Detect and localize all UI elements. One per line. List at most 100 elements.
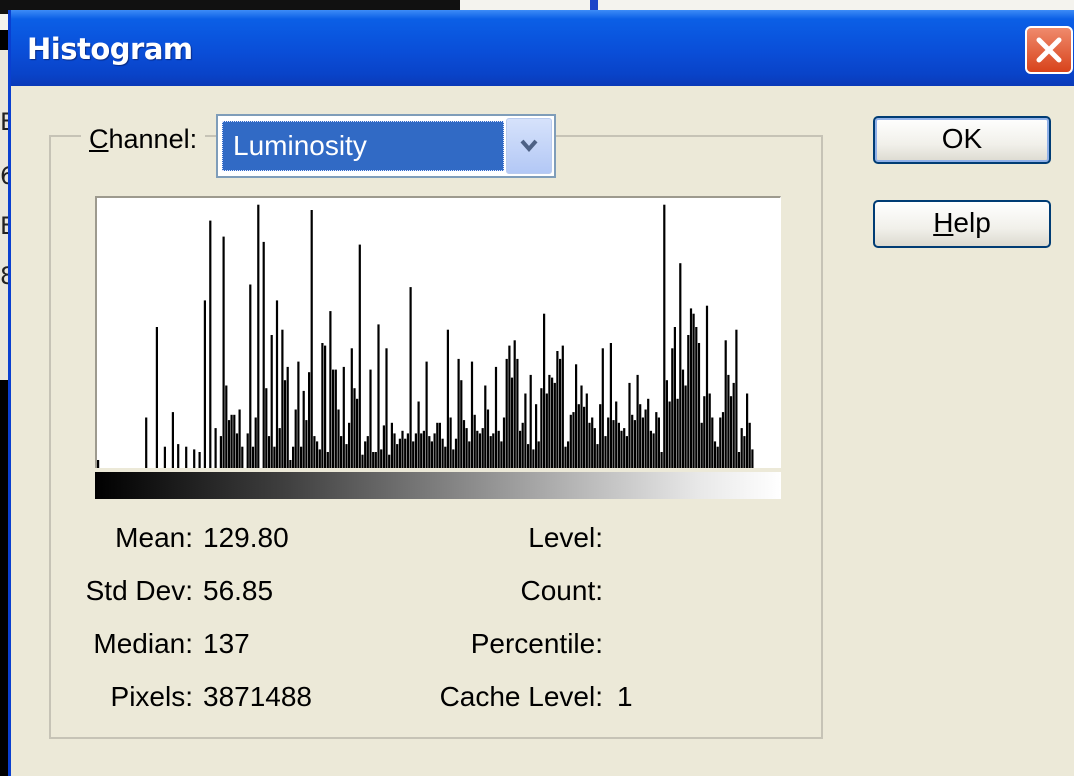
histogram-bar [292, 446, 295, 468]
histogram-bar [636, 374, 639, 468]
histogram-bar [219, 436, 222, 468]
histogram-bar [334, 369, 337, 468]
level-label: Level: [528, 522, 603, 553]
ok-button[interactable]: OK [873, 116, 1051, 164]
histogram-bar [361, 454, 364, 468]
histogram-bar [721, 412, 725, 468]
histogram-bar [548, 374, 551, 468]
histogram-bar [655, 412, 658, 468]
histogram-bar [545, 393, 548, 468]
chevron-down-icon [520, 139, 538, 153]
histogram-bar [97, 460, 100, 468]
histogram-bar [591, 417, 594, 468]
histogram-bar [540, 388, 543, 468]
median-label: Median: [93, 628, 193, 659]
histogram-bar [297, 361, 300, 468]
histogram-bar [473, 414, 476, 468]
histogram-bar [593, 428, 596, 468]
histogram-bar [155, 327, 158, 468]
histogram-bar [198, 452, 201, 468]
histogram-bar [527, 444, 530, 468]
histogram-bar [265, 388, 268, 468]
histogram-bar [489, 436, 492, 468]
histogram-bar [257, 204, 260, 468]
histogram-bar [193, 449, 196, 468]
histogram-bar [510, 377, 514, 468]
histogram-bar [345, 444, 348, 468]
histogram-bar [494, 366, 498, 468]
histogram-bar [460, 380, 463, 468]
histogram-bar [353, 388, 356, 468]
histogram-bar [580, 385, 583, 468]
histogram-bar [665, 380, 668, 468]
histogram-bar [543, 313, 546, 468]
histogram-bar [692, 313, 695, 468]
close-icon [1036, 37, 1062, 63]
help-button[interactable]: Help [873, 200, 1051, 248]
histogram-bar [660, 452, 663, 468]
histogram-bar [254, 417, 257, 468]
dropdown-arrow-button[interactable] [506, 118, 552, 174]
histogram-bar [535, 404, 538, 468]
histogram-bar [615, 401, 618, 468]
histogram-bar [516, 358, 519, 468]
histogram-bar [689, 308, 693, 468]
histogram-bar [428, 436, 431, 468]
histogram-bar [310, 210, 313, 468]
histogram-bar [601, 348, 604, 468]
histogram-bar [262, 241, 265, 468]
histogram-bar [537, 441, 540, 468]
median-value: 137 [203, 628, 250, 659]
title-bar[interactable]: Histogram [11, 10, 1074, 86]
stddev-label: Std Dev: [85, 575, 193, 606]
histogram-bar [559, 358, 562, 468]
histogram-bar [446, 329, 449, 468]
histogram-bar [294, 409, 297, 468]
histogram-bar [513, 340, 516, 468]
histogram-bar [374, 452, 377, 468]
histogram-bar [631, 414, 634, 468]
histogram-bar [628, 382, 631, 468]
histogram-bar [222, 236, 225, 468]
histogram-bar [700, 422, 703, 468]
channel-dropdown[interactable]: Luminosity [216, 114, 556, 178]
window-title: Histogram [27, 32, 193, 66]
histogram-bar [746, 393, 749, 468]
histogram-bar [380, 449, 383, 468]
close-button[interactable] [1025, 26, 1073, 74]
histogram-bar [329, 311, 332, 468]
channel-selected-value: Luminosity [222, 121, 504, 171]
histogram-bar [553, 382, 556, 468]
histogram-plot[interactable] [95, 196, 781, 468]
histogram-bar [484, 385, 487, 468]
histogram-bar [668, 401, 671, 468]
histogram-bar [572, 412, 575, 468]
histogram-bar [366, 436, 369, 468]
histogram-bar [740, 428, 743, 468]
stddev-value: 56.85 [203, 575, 274, 606]
histogram-bar [724, 340, 727, 468]
pixels-value: 3871488 [203, 681, 313, 712]
histogram-bar [433, 433, 436, 468]
histogram-bar [305, 420, 308, 468]
histogram-bar [569, 414, 572, 468]
histogram-bar [225, 385, 228, 468]
histogram-bar [406, 433, 409, 468]
histogram-bar [567, 441, 570, 468]
histogram-bar [639, 404, 642, 468]
histogram-bar [671, 348, 674, 468]
histogram-bar [551, 377, 554, 468]
histogram-bar [356, 398, 359, 468]
histogram-bar [708, 393, 711, 468]
channel-label: Channel: [81, 124, 206, 155]
histogram-bar [681, 369, 685, 468]
histogram-bar [583, 406, 586, 468]
histogram-bar [657, 417, 660, 468]
histogram-bar [369, 369, 372, 468]
histogram-bar [278, 428, 281, 468]
histogram-bar [711, 417, 714, 468]
histogram-bar [358, 244, 361, 468]
histogram-bar [267, 436, 271, 468]
histogram-bar [283, 380, 287, 468]
histogram-bar [404, 438, 407, 468]
